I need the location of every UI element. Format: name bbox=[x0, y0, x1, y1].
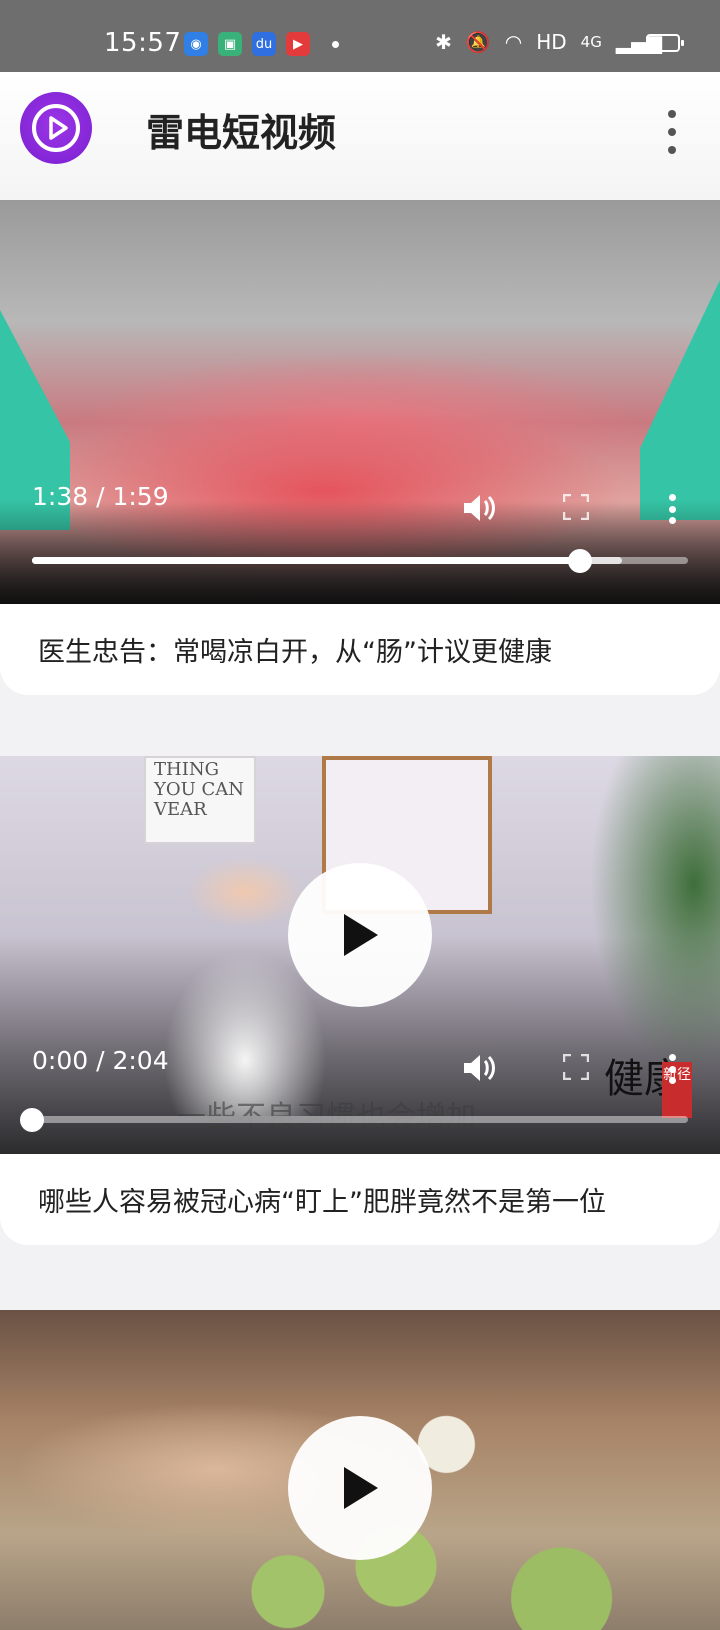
video-card bbox=[0, 1310, 720, 1630]
wall-poster: THING YOU CAN VEAR bbox=[144, 756, 256, 844]
video-more-icon[interactable] bbox=[667, 1054, 677, 1084]
video-caption[interactable]: 医生忠告：常喝凉白开，从“肠”计议更健康 bbox=[0, 604, 720, 695]
app-bar: 雷电短视频 bbox=[0, 72, 720, 200]
bluetooth-icon: ✱ bbox=[435, 30, 452, 54]
progress-thumb[interactable] bbox=[567, 549, 592, 573]
progress-played bbox=[32, 557, 580, 564]
baidu-notification-icon: du bbox=[252, 32, 276, 56]
video-time: 1:38 / 1:59 bbox=[32, 482, 169, 511]
overflow-menu-button[interactable] bbox=[666, 110, 678, 154]
app-notification-icon: ◉ bbox=[184, 32, 208, 56]
play-logo-icon bbox=[32, 104, 80, 152]
app-title: 雷电短视频 bbox=[146, 111, 337, 155]
video-notification-icon: ▶ bbox=[286, 32, 310, 56]
network-type-label: 4G bbox=[580, 33, 602, 51]
video-frame-decor bbox=[640, 280, 720, 520]
status-bar: 15:57 ◉ ▣ du ▶ ✱ 🔕 ◠ HD 4G ▂▄▆ bbox=[0, 0, 720, 72]
progress-bar[interactable] bbox=[20, 1108, 688, 1132]
video-time: 0:00 / 2:04 bbox=[32, 1046, 169, 1075]
video-player[interactable] bbox=[0, 1310, 720, 1630]
play-button[interactable] bbox=[288, 863, 432, 1007]
more-notifications-dot bbox=[332, 40, 339, 48]
network-label: HD bbox=[536, 30, 567, 54]
video-plant bbox=[590, 756, 720, 1076]
video-player[interactable]: 1:38 / 1:59 bbox=[0, 200, 720, 604]
progress-bar[interactable] bbox=[32, 549, 688, 573]
play-button[interactable] bbox=[288, 1416, 432, 1560]
video-more-icon[interactable] bbox=[667, 494, 677, 524]
video-player[interactable]: THING YOU CAN VEAR 一些不良习惯也会增加 健康 新径 0:00… bbox=[0, 756, 720, 1154]
app-logo bbox=[20, 92, 92, 164]
status-time: 15:57 bbox=[104, 28, 182, 58]
video-card: THING YOU CAN VEAR 一些不良习惯也会增加 健康 新径 0:00… bbox=[0, 756, 720, 1245]
controls-gradient bbox=[0, 500, 720, 604]
video-card: 1:38 / 1:59 医生忠告：常喝凉白开，从“肠”计议更健康 bbox=[0, 200, 720, 695]
video-caption[interactable]: 哪些人容易被冠心病“盯上”肥胖竟然不是第一位 bbox=[0, 1154, 720, 1245]
progress-thumb[interactable] bbox=[20, 1108, 44, 1132]
notification-icons: ◉ ▣ du ▶ bbox=[184, 32, 339, 56]
fullscreen-icon[interactable] bbox=[563, 494, 589, 520]
volume-icon[interactable] bbox=[462, 492, 498, 524]
wifi-icon: ◠ bbox=[504, 30, 523, 54]
silent-icon: 🔕 bbox=[465, 30, 491, 54]
play-icon bbox=[344, 914, 378, 956]
system-icons: ✱ 🔕 ◠ HD 4G ▂▄▆ bbox=[435, 30, 662, 54]
app-notification-icon: ▣ bbox=[218, 32, 242, 56]
battery-icon bbox=[646, 34, 684, 52]
fullscreen-icon[interactable] bbox=[563, 1054, 589, 1080]
play-icon bbox=[344, 1467, 378, 1509]
volume-icon[interactable] bbox=[462, 1052, 498, 1084]
video-subtitle: 一些不良习惯也会增加 bbox=[176, 1100, 476, 1135]
